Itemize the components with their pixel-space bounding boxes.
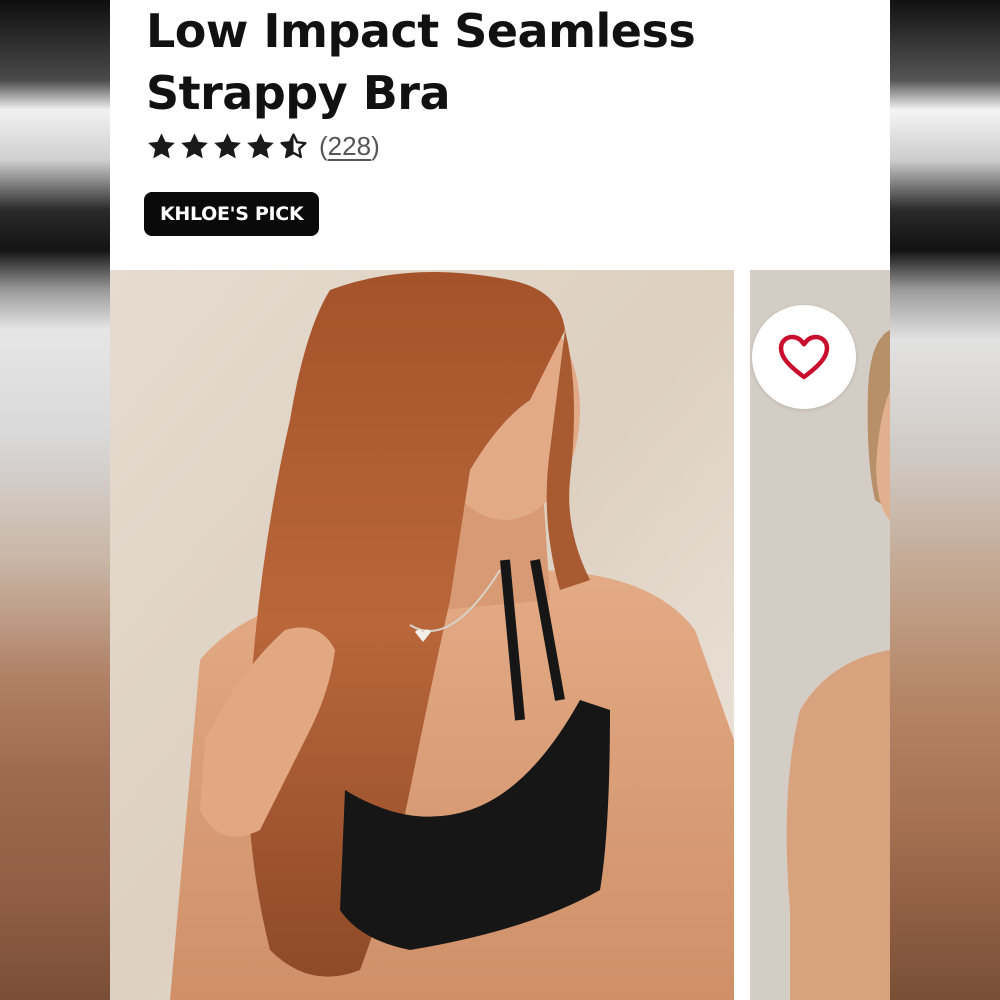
product-page: Low Impact Seamless Strappy Bra (228) KH… — [110, 0, 890, 1000]
star-full-icon — [214, 132, 241, 158]
product-image-gallery[interactable] — [110, 270, 890, 1000]
product-rating[interactable]: (228) — [146, 126, 380, 166]
khloes-pick-badge: KHLOE'S PICK — [144, 192, 320, 236]
star-full-icon — [247, 132, 274, 158]
product-photo-main[interactable] — [110, 270, 734, 1000]
product-title: Low Impact Seamless Strappy Bra — [146, 4, 696, 120]
star-full-icon — [148, 132, 175, 158]
blurred-background-left — [0, 0, 110, 1000]
blurred-background-right — [890, 0, 1000, 1000]
rating-stars — [146, 131, 309, 162]
review-count: 228 — [327, 130, 372, 161]
heart-outline-icon — [778, 334, 830, 380]
review-count-link[interactable]: (228) — [319, 131, 380, 162]
star-half-icon — [280, 132, 307, 158]
wishlist-button[interactable] — [752, 305, 856, 409]
model-photo — [110, 270, 734, 1000]
star-full-icon — [181, 132, 208, 158]
